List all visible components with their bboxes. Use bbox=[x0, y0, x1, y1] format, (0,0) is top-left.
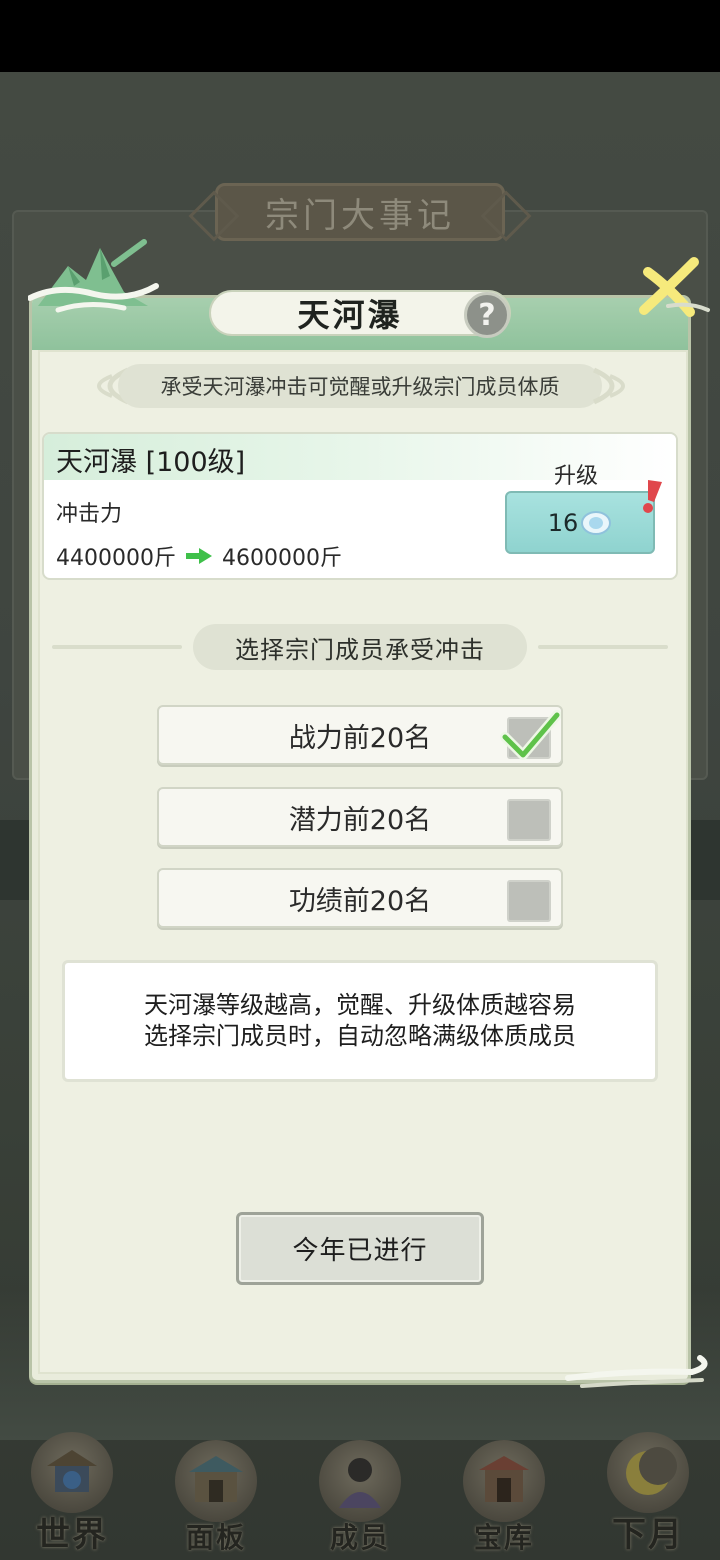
impact-next-value: 4600000斤 bbox=[221, 546, 342, 571]
nav-treasury[interactable]: 宝库 bbox=[439, 1432, 569, 1556]
exclamation-alert-icon bbox=[643, 480, 662, 513]
option-checkbox[interactable] bbox=[507, 799, 551, 841]
nav-treasury-label: 宝库 bbox=[473, 1521, 534, 1554]
note-line-1: 天河瀑等级越高，觉醒、升级体质越容易 bbox=[144, 991, 576, 1019]
member-portrait-icon bbox=[319, 1440, 401, 1522]
upgrade-cost: 16 bbox=[547, 508, 579, 537]
help-button[interactable]: ? bbox=[464, 292, 510, 338]
section-divider-left bbox=[52, 645, 182, 649]
background-header-title: 宗门大事记 bbox=[215, 183, 505, 241]
nav-members[interactable]: 成员 bbox=[295, 1432, 425, 1556]
nav-world[interactable]: 世界 bbox=[7, 1432, 137, 1556]
nav-panel[interactable]: 面板 bbox=[151, 1432, 281, 1556]
spirit-gem-icon bbox=[581, 510, 612, 535]
nav-next-month[interactable]: 下月 bbox=[583, 1432, 713, 1556]
nav-members-label: 成员 bbox=[329, 1521, 390, 1554]
nav-next-month-label: 下月 bbox=[612, 1515, 684, 1555]
option-potential-top20[interactable]: 潜力前20名 bbox=[157, 787, 563, 847]
panel-hall-icon bbox=[175, 1440, 257, 1522]
nav-world-label: 世界 bbox=[36, 1515, 108, 1555]
impact-label: 冲击力 bbox=[56, 502, 123, 527]
impact-values: 4400000斤 4600000斤 bbox=[56, 540, 342, 572]
question-mark-icon: ? bbox=[478, 297, 496, 333]
rules-note: 天河瀑等级越高，觉醒、升级体质越容易 选择宗门成员时，自动忽略满级体质成员 bbox=[62, 960, 658, 1082]
bottom-nav: 世界 面板 成员 宝库 下月 bbox=[0, 1430, 720, 1560]
upgrade-label: 升级 bbox=[554, 464, 599, 489]
treasury-gate-icon bbox=[463, 1440, 545, 1522]
already-done-button[interactable]: 今年已进行 bbox=[236, 1212, 484, 1285]
close-icon[interactable] bbox=[634, 256, 712, 322]
section-title: 选择宗门成员承受冲击 bbox=[193, 624, 527, 670]
option-checkbox[interactable] bbox=[500, 710, 561, 760]
note-line-2: 选择宗门成员时，自动忽略满级体质成员 bbox=[144, 1022, 576, 1050]
dialog-subtitle: 承受天河瀑冲击可觉醒或升级宗门成员体质 bbox=[118, 364, 602, 408]
dialog-title: 天河瀑 bbox=[297, 296, 403, 334]
option-merit-top20[interactable]: 功绩前20名 bbox=[157, 868, 563, 928]
cloud-ornament-icon bbox=[565, 1355, 708, 1388]
status-bar bbox=[0, 0, 720, 72]
option-checkbox[interactable] bbox=[507, 880, 551, 922]
section-divider-right bbox=[538, 645, 668, 649]
mountain-sword-icon bbox=[28, 239, 159, 313]
impact-current-value: 4400000斤 bbox=[56, 546, 176, 571]
option-combat-top20[interactable]: 战力前20名 bbox=[157, 705, 563, 765]
option-label: 功绩前20名 bbox=[288, 885, 432, 917]
waterfall-level: 天河瀑 [100级] bbox=[56, 447, 246, 478]
arrow-right-icon bbox=[185, 548, 212, 564]
crescent-moon-icon bbox=[607, 1432, 689, 1513]
upgrade-button[interactable]: 16 bbox=[505, 491, 655, 554]
option-label: 潜力前20名 bbox=[288, 804, 432, 836]
right-cloud-ornament-icon bbox=[592, 367, 625, 405]
nav-panel-label: 面板 bbox=[185, 1521, 246, 1554]
world-temple-icon bbox=[31, 1432, 113, 1513]
check-mark-icon bbox=[500, 710, 561, 760]
